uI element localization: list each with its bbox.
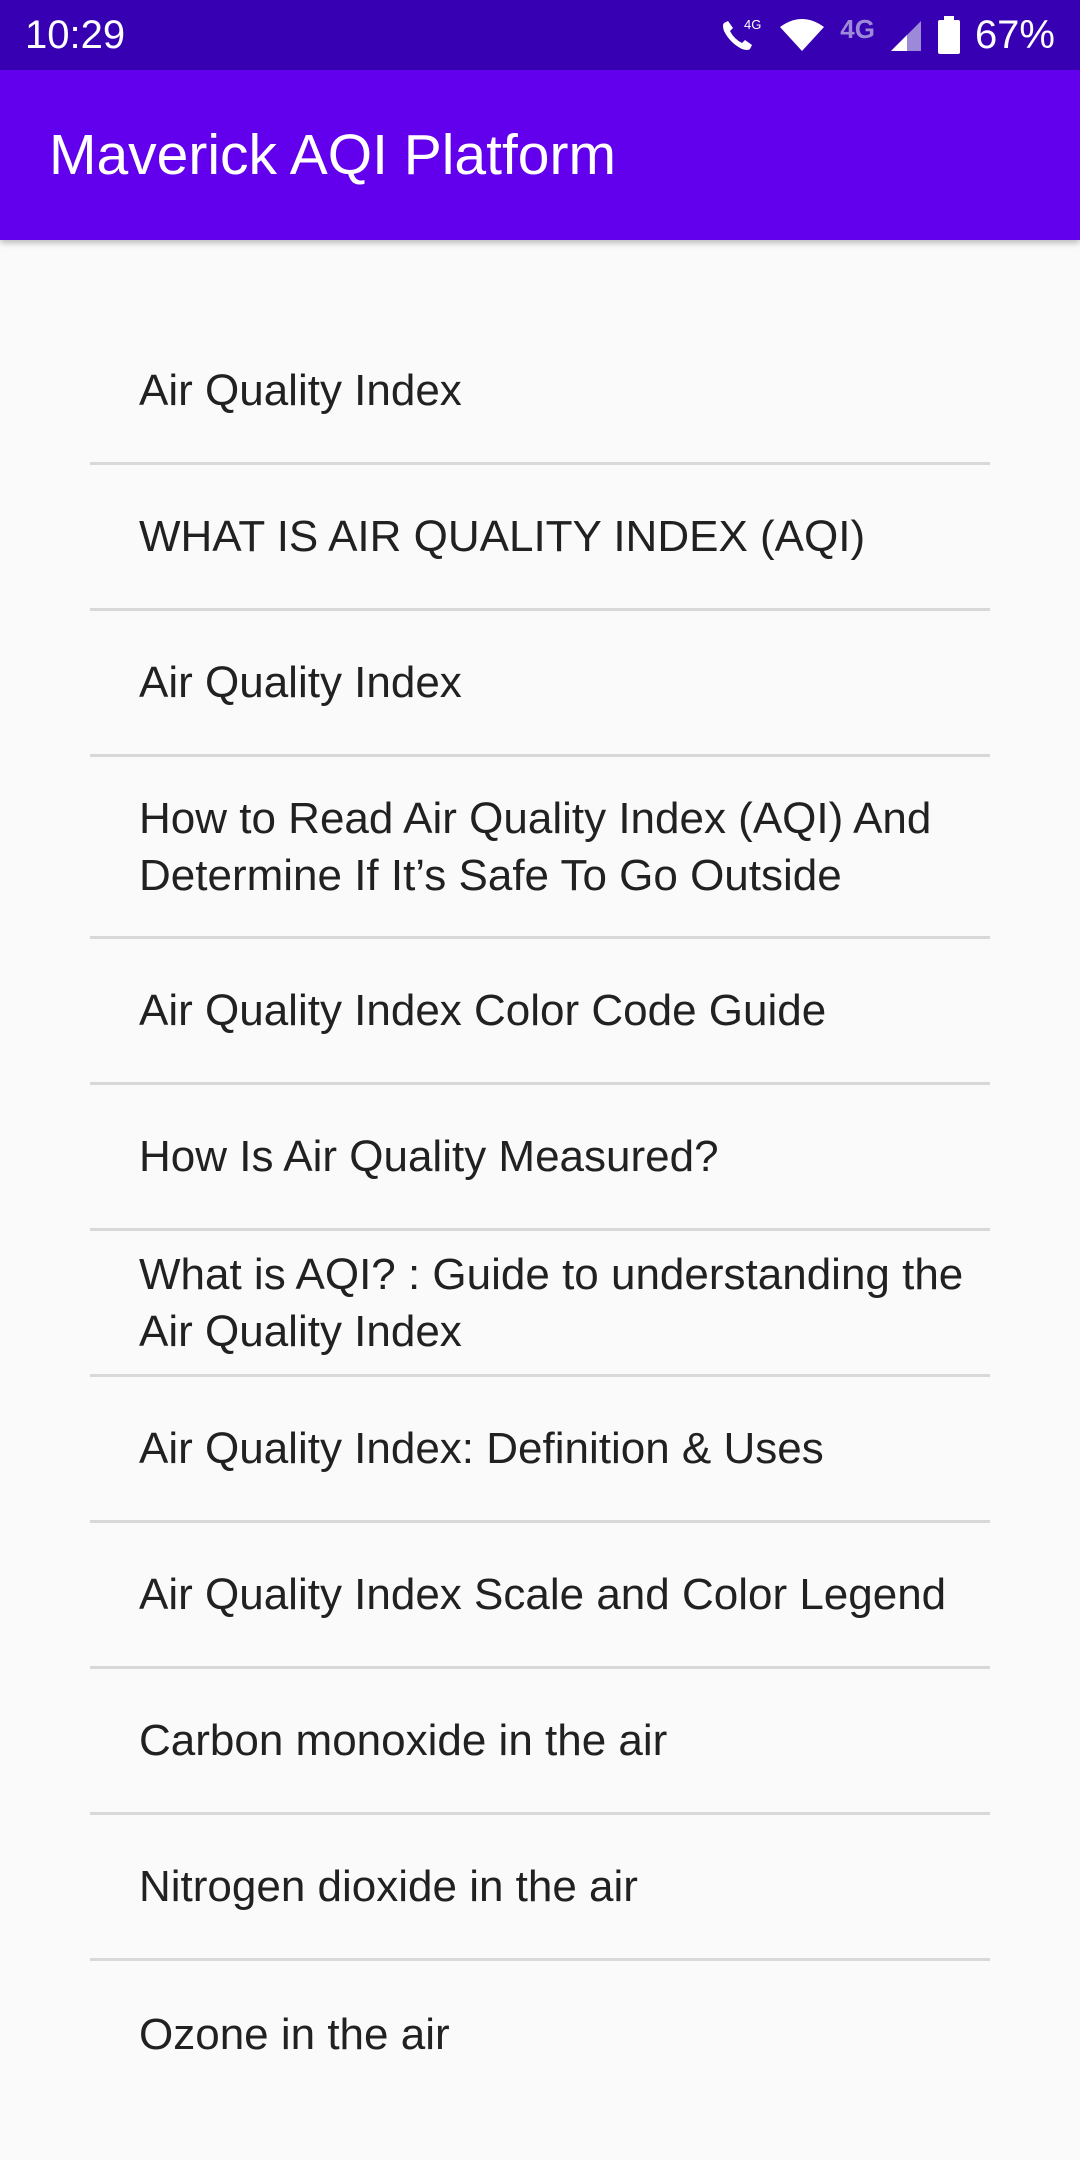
list-item[interactable]: WHAT IS AIR QUALITY INDEX (AQI) xyxy=(90,465,990,611)
list-item[interactable]: Nitrogen dioxide in the air xyxy=(90,1815,990,1961)
list-item[interactable]: Air Quality Index xyxy=(90,611,990,757)
app-bar: Maverick AQI Platform xyxy=(0,70,1080,240)
status-bar: 10:29 4G 4G 67% xyxy=(0,0,1080,70)
app-title: Maverick AQI Platform xyxy=(49,123,616,187)
list-item-label: Air Quality Index xyxy=(139,658,462,707)
list-item-label: Air Quality Index Color Code Guide xyxy=(139,986,827,1035)
list-item[interactable]: Ozone in the air xyxy=(90,1961,990,2107)
list-item-label: Air Quality Index: Definition & Uses xyxy=(139,1424,824,1473)
list-item[interactable]: What is AQI? : Guide to understanding th… xyxy=(90,1231,990,1377)
list-item[interactable]: Carbon monoxide in the air xyxy=(90,1669,990,1815)
list-item[interactable]: Air Quality Index: Definition & Uses xyxy=(90,1377,990,1523)
battery-icon xyxy=(937,15,961,55)
list-item-label: How to Read Air Quality Index (AQI) And … xyxy=(139,793,932,900)
list-item-label: WHAT IS AIR QUALITY INDEX (AQI) xyxy=(139,512,866,561)
list-item-label: Nitrogen dioxide in the air xyxy=(139,1862,638,1911)
wifi-call-icon: 4G xyxy=(718,15,764,55)
list-item-label: Ozone in the air xyxy=(139,2009,450,2059)
network-type-label: 4G xyxy=(840,14,875,44)
signal-icon xyxy=(889,17,923,53)
list-item-label: Air Quality Index Scale and Color Legend xyxy=(139,1570,947,1619)
status-time: 10:29 xyxy=(25,13,126,57)
list-item[interactable]: Air Quality Index Scale and Color Legend xyxy=(90,1523,990,1669)
list-item-label: How Is Air Quality Measured? xyxy=(139,1132,719,1181)
battery-level: 67% xyxy=(974,13,1055,57)
list-item-label: Carbon monoxide in the air xyxy=(139,1716,668,1765)
list-item[interactable]: Air Quality Index Color Code Guide xyxy=(90,939,990,1085)
wifi-icon xyxy=(778,17,826,53)
list-item[interactable]: How Is Air Quality Measured? xyxy=(90,1085,990,1231)
list-item-label: Air Quality Index xyxy=(139,366,462,415)
status-icons: 4G 4G 67% xyxy=(718,0,1055,70)
list-item-label: What is AQI? : Guide to understanding th… xyxy=(139,1249,964,1356)
svg-text:4G: 4G xyxy=(744,17,761,32)
article-list: Air Quality Index WHAT IS AIR QUALITY IN… xyxy=(90,319,990,2107)
list-item[interactable]: Air Quality Index xyxy=(90,319,990,465)
list-item[interactable]: How to Read Air Quality Index (AQI) And … xyxy=(90,757,990,939)
